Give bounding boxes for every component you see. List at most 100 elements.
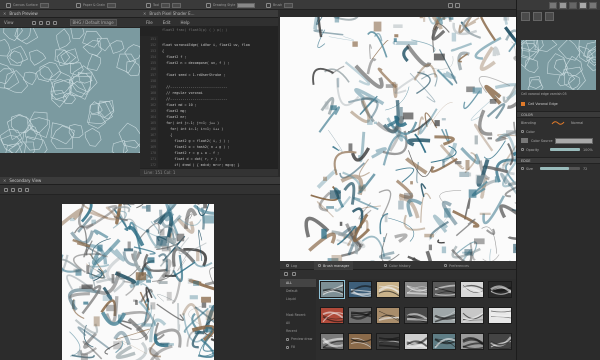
toolbar-group-style[interactable]: Drawing Style: [206, 1, 256, 9]
option-fill[interactable]: Fill: [280, 343, 316, 351]
folder-icon[interactable]: [292, 272, 296, 276]
brush-style-3[interactable]: [569, 1, 577, 9]
close-icon[interactable]: ✕: [3, 11, 6, 16]
toolbar-group-brush[interactable]: Brush: [266, 1, 294, 9]
canvas-selector[interactable]: [39, 2, 49, 8]
secondary-canvas[interactable]: [62, 204, 214, 360]
color-source-field[interactable]: [555, 137, 593, 144]
toolbar-group-canvas[interactable]: Canvas Surface: [6, 1, 49, 9]
brush-thumbnail[interactable]: [460, 307, 484, 324]
category-most-recent[interactable]: Most Recent: [280, 311, 316, 319]
brush-thumbnail[interactable]: [348, 307, 372, 324]
voronoi-cell: [22, 71, 37, 85]
preview-mode-select[interactable]: BHG / Default Image: [69, 19, 117, 26]
brush-thumbnail[interactable]: [320, 333, 344, 350]
window-icon[interactable]: [455, 2, 460, 8]
grid-icon[interactable]: [45, 20, 50, 25]
checkbox-icon[interactable]: [286, 345, 289, 349]
size-slider[interactable]: [540, 167, 580, 170]
brush-thumbnail[interactable]: [320, 307, 344, 324]
menu-help[interactable]: Help: [180, 20, 189, 25]
expand-icon[interactable]: [521, 167, 524, 170]
tab-brush-manager[interactable]: Brush manager: [314, 261, 354, 270]
reset-icon[interactable]: [52, 20, 57, 25]
category-all-2[interactable]: All: [280, 319, 316, 327]
brush-thumbnail[interactable]: [376, 281, 400, 298]
brush-style-1[interactable]: [549, 1, 557, 9]
brush-thumbnail[interactable]: [404, 307, 428, 324]
code-editor[interactable]: File Edit Help float3 frac( float3(p) ( …: [140, 18, 278, 176]
paper-icon: [76, 2, 81, 8]
color-section-header[interactable]: COLOR: [517, 111, 600, 118]
checkbox-icon[interactable]: [286, 337, 289, 341]
main-canvas[interactable]: [280, 17, 516, 261]
tool-selector-2[interactable]: [172, 2, 182, 8]
code-lines[interactable]: float voronoiEdge( idVar i, float2 uv, f…: [162, 36, 250, 176]
brush-thumbnail[interactable]: [348, 281, 372, 298]
brush-thumbnail[interactable]: [521, 40, 596, 90]
close-icon[interactable]: ✕: [3, 178, 6, 183]
brush-thumbnail[interactable]: [319, 280, 345, 299]
menu-edit[interactable]: Edit: [163, 20, 171, 25]
brush-thumbnail[interactable]: [432, 307, 456, 324]
color-swatch[interactable]: [521, 138, 528, 143]
layout-icon[interactable]: [448, 2, 453, 8]
flip-icon[interactable]: [25, 187, 29, 192]
expand-icon[interactable]: [521, 148, 524, 151]
close-icon[interactable]: ✕: [143, 11, 146, 16]
brush-style-2[interactable]: [559, 1, 567, 9]
preset-slot[interactable]: [545, 12, 554, 21]
brush-thumbnail[interactable]: [376, 333, 400, 350]
brush-thumbnail[interactable]: [376, 307, 400, 324]
stroke-sample-line: [462, 342, 483, 349]
brush-thumbnail[interactable]: [488, 307, 512, 324]
brush-thumbnail[interactable]: [432, 281, 456, 298]
style-selector[interactable]: [237, 2, 256, 8]
brush-thumbnail[interactable]: [460, 333, 484, 350]
toolbar-group-paper[interactable]: Paper & Grain: [76, 1, 117, 9]
zoom-icon[interactable]: [31, 20, 36, 25]
add-icon[interactable]: [284, 272, 288, 276]
category-liquid[interactable]: Liquid: [280, 295, 316, 303]
tool-selector[interactable]: [161, 2, 171, 8]
tab-preferences[interactable]: Preferences: [440, 261, 473, 270]
tab-log[interactable]: Log: [282, 261, 301, 270]
brush-style-4[interactable]: [579, 1, 587, 9]
brush-stroke-sample: [406, 313, 427, 323]
toolbar-group-label: Brush: [273, 3, 283, 7]
brush-thumbnail[interactable]: [488, 333, 512, 350]
preset-slot[interactable]: [533, 12, 542, 21]
brush-selector[interactable]: [284, 2, 294, 8]
edge-section-header[interactable]: EDGE: [517, 157, 600, 164]
stroke-sample-line: [434, 293, 455, 296]
category-all[interactable]: ALL: [280, 279, 316, 287]
brush-thumbnail[interactable]: [404, 333, 428, 350]
option-preview-draw[interactable]: Preview draw: [280, 335, 316, 343]
menu-file[interactable]: File: [146, 20, 153, 25]
rotate-icon[interactable]: [11, 187, 15, 192]
toolbar-group-tool[interactable]: Tool: [146, 1, 182, 9]
brush-thumbnail[interactable]: [348, 333, 372, 350]
brush-thumbnail[interactable]: [488, 281, 512, 298]
paint-patch: [423, 17, 426, 22]
category-default[interactable]: Default: [280, 287, 316, 295]
brush-preview-canvas[interactable]: [0, 28, 140, 153]
blending-select[interactable]: Normal: [571, 121, 583, 125]
category-recent[interactable]: Recent: [280, 327, 316, 335]
brush-thumbnail[interactable]: [460, 281, 484, 298]
zoom-icon[interactable]: [4, 187, 8, 192]
rotate-icon[interactable]: [38, 20, 43, 25]
tab-color-history[interactable]: Color history: [380, 261, 415, 270]
artwork-thumbnail: [62, 204, 214, 360]
paint-patch: [475, 174, 486, 184]
brush-thumbnail[interactable]: [404, 281, 428, 298]
paint-patch: [147, 257, 155, 264]
fit-icon[interactable]: [18, 187, 22, 192]
preset-slot[interactable]: [521, 12, 530, 21]
paper-selector[interactable]: [107, 2, 117, 8]
brush-style-5[interactable]: [589, 1, 597, 9]
paint-stroke: [135, 341, 148, 360]
brush-thumbnail[interactable]: [432, 333, 456, 350]
opacity-slider[interactable]: [550, 148, 580, 151]
expand-icon[interactable]: [521, 130, 524, 133]
